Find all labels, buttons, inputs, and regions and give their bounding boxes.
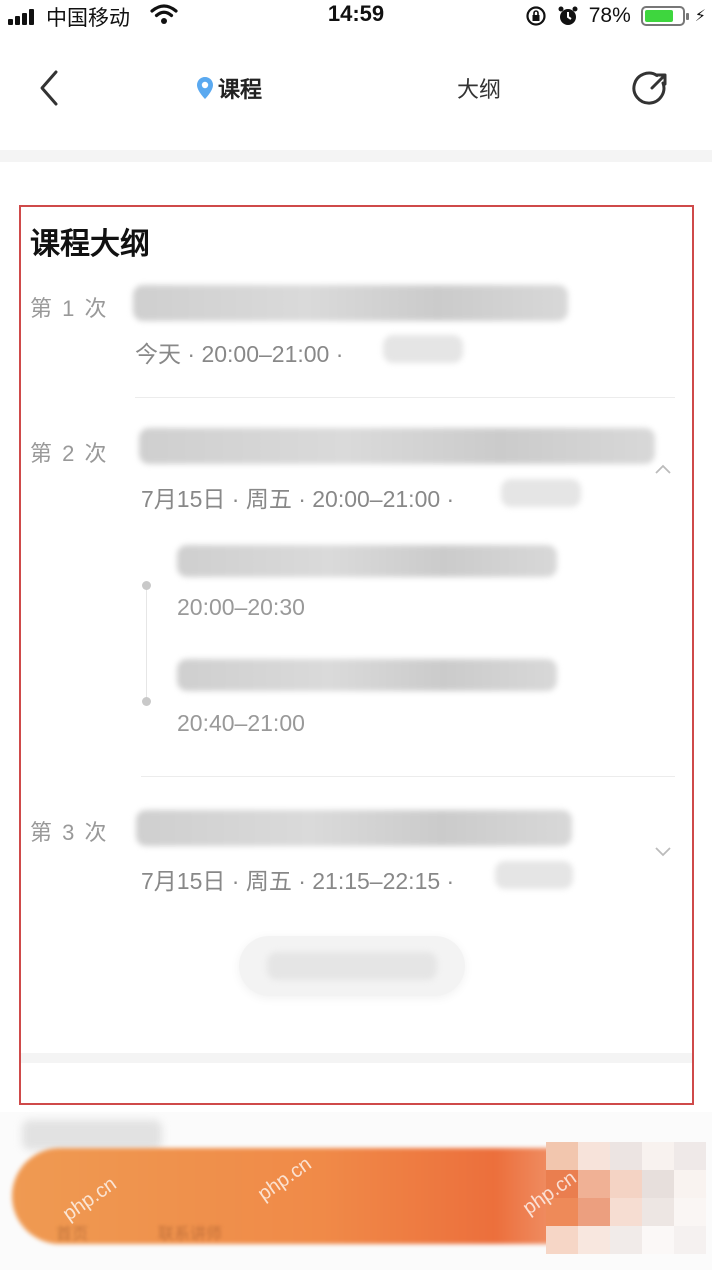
lesson-meta: 今天 · 20:00–21:00 · bbox=[135, 341, 344, 367]
rotation-lock-icon bbox=[526, 6, 546, 26]
sub-session-title-redacted[interactable] bbox=[177, 659, 557, 691]
lesson-teacher-redacted bbox=[383, 335, 463, 363]
lesson-title-redacted[interactable] bbox=[136, 810, 572, 846]
nav-bar: 课程 大纲 bbox=[0, 32, 712, 148]
battery-fill bbox=[644, 10, 673, 22]
lesson-teacher-redacted bbox=[501, 479, 581, 507]
lesson-meta: 7月15日 · 周五 · 21:15–22:15 · bbox=[141, 868, 455, 894]
bottom-tab-contact[interactable]: 联系讲师 bbox=[158, 1220, 222, 1244]
lesson-divider bbox=[135, 397, 675, 398]
sub-session-time: 20:00–20:30 bbox=[177, 594, 305, 620]
sub-session-timeline bbox=[146, 585, 147, 701]
alarm-icon bbox=[558, 6, 578, 25]
view-all-lessons-button[interactable] bbox=[239, 936, 465, 996]
lesson-index: 第 2 次 bbox=[30, 441, 109, 466]
status-bar: 中国移动 14:59 78% ⚡ bbox=[0, 0, 712, 32]
button-label-redacted bbox=[267, 952, 437, 980]
sub-session-time: 20:40–21:00 bbox=[177, 710, 305, 736]
location-pin-icon bbox=[197, 77, 213, 99]
bottom-tab-labels: 首页 联系讲师 bbox=[56, 1220, 222, 1244]
course-outline-card: 课程大纲 第 1 次 今天 · 20:00–21:00 · 第 2 次 7月15… bbox=[19, 205, 694, 1105]
tab-course[interactable]: 课程 bbox=[196, 72, 262, 104]
outline-title: 课程大纲 bbox=[30, 228, 150, 261]
charging-bolt-icon: ⚡ bbox=[694, 8, 706, 25]
pixelated-region bbox=[546, 1142, 706, 1254]
status-right-group: 78% ⚡ bbox=[525, 2, 706, 30]
lesson-title-redacted[interactable] bbox=[133, 285, 568, 321]
lesson-divider bbox=[141, 776, 675, 777]
timeline-dot bbox=[142, 581, 151, 590]
back-button[interactable] bbox=[30, 66, 70, 110]
price-hint-redacted bbox=[22, 1120, 162, 1150]
lesson-teacher-redacted bbox=[495, 861, 573, 889]
battery-percent: 78% bbox=[588, 4, 631, 27]
timeline-dot bbox=[142, 697, 151, 706]
bottom-action-bar: 首页 联系讲师 php.cn php.cn php.cn bbox=[0, 1112, 712, 1270]
section-divider bbox=[0, 150, 712, 162]
card-bottom-divider bbox=[21, 1053, 692, 1063]
chevron-up-icon[interactable] bbox=[653, 463, 673, 475]
sub-session-title-redacted[interactable] bbox=[177, 545, 557, 577]
chevron-down-icon[interactable] bbox=[653, 845, 673, 857]
battery-icon bbox=[640, 6, 689, 26]
share-icon[interactable] bbox=[630, 68, 672, 110]
lesson-index: 第 1 次 bbox=[30, 296, 109, 321]
lesson-meta: 7月15日 · 周五 · 20:00–21:00 · bbox=[141, 486, 455, 512]
lesson-index: 第 3 次 bbox=[30, 820, 109, 845]
lesson-title-redacted[interactable] bbox=[139, 428, 655, 464]
tab-course-label: 课程 bbox=[218, 77, 263, 102]
tab-outline[interactable]: 大纲 bbox=[457, 72, 501, 104]
